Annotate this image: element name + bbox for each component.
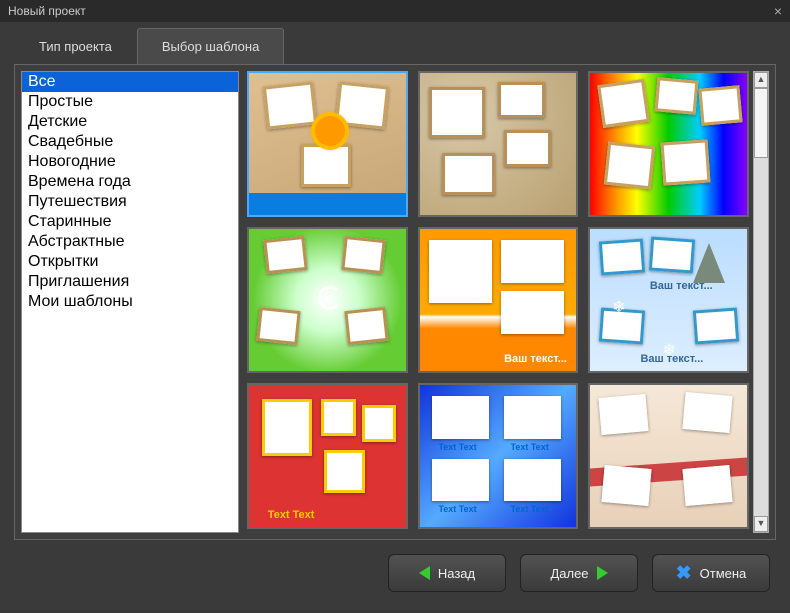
photo-frame: [301, 144, 351, 187]
photo-frame: [432, 459, 488, 502]
template-text: Text Text: [268, 509, 315, 521]
template-thumb[interactable]: Text Text: [247, 383, 408, 529]
template-text: Text Text: [511, 442, 549, 452]
next-button-label: Далее: [550, 566, 588, 581]
photo-frame: [504, 130, 551, 167]
template-text: Text Text: [511, 504, 549, 514]
category-item[interactable]: Путешествия: [22, 192, 238, 212]
category-item[interactable]: Старинные: [22, 212, 238, 232]
template-thumb[interactable]: [247, 227, 408, 373]
photo-frame: [262, 399, 312, 456]
photo-frame: [344, 306, 388, 344]
scroll-up-icon[interactable]: ▲: [754, 72, 768, 88]
photo-frame: [501, 240, 564, 283]
category-item[interactable]: Детские: [22, 112, 238, 132]
template-text: Ваш текст...: [640, 353, 703, 365]
tab-bar: Тип проекта Выбор шаблона: [0, 22, 790, 64]
cancel-button-label: Отмена: [700, 566, 747, 581]
close-icon[interactable]: ×: [774, 3, 782, 19]
category-item[interactable]: Свадебные: [22, 132, 238, 152]
photo-frame: [604, 142, 655, 189]
tab-project-type[interactable]: Тип проекта: [14, 28, 137, 64]
photo-frame: [257, 306, 301, 344]
cancel-button[interactable]: ✖ Отмена: [652, 554, 770, 592]
photo-frame: [432, 396, 488, 439]
photo-frame: [362, 405, 396, 442]
template-text: Text Text: [438, 504, 476, 514]
photo-frame: [693, 307, 739, 344]
scroll-down-icon[interactable]: ▼: [754, 516, 768, 532]
photo-frame: [341, 235, 385, 273]
photo-frame: [601, 465, 651, 506]
template-gallery: Ваш текст...❄❄Ваш текст...Ваш текст...Te…: [247, 71, 749, 533]
window-title: Новый проект: [8, 4, 86, 18]
photo-frame: [597, 78, 649, 127]
category-item[interactable]: Простые: [22, 92, 238, 112]
photo-frame: [324, 450, 365, 493]
template-thumb[interactable]: ❄❄Ваш текст...Ваш текст...: [588, 227, 749, 373]
template-thumb[interactable]: [588, 383, 749, 529]
photo-frame: [598, 394, 648, 435]
photo-frame: [504, 396, 560, 439]
template-thumb[interactable]: Ваш текст...: [418, 227, 579, 373]
photo-frame: [655, 77, 699, 114]
category-list[interactable]: ВсеПростыеДетскиеСвадебныеНовогодниеВрем…: [21, 71, 239, 533]
category-item[interactable]: Мои шаблоны: [22, 292, 238, 312]
photo-frame: [683, 392, 733, 433]
photo-frame: [649, 236, 695, 273]
photo-frame: [498, 82, 545, 119]
tab-template-select[interactable]: Выбор шаблона: [137, 28, 284, 64]
photo-frame: [263, 82, 317, 130]
back-button[interactable]: Назад: [388, 554, 506, 592]
photo-frame: [429, 240, 492, 302]
photo-frame: [683, 465, 733, 506]
close-x-icon: ✖: [676, 562, 692, 585]
next-button[interactable]: Далее: [520, 554, 638, 592]
content-area: ВсеПростыеДетскиеСвадебныеНовогодниеВрем…: [14, 64, 776, 540]
photo-frame: [501, 291, 564, 334]
back-button-label: Назад: [438, 566, 475, 581]
category-item[interactable]: Приглашения: [22, 272, 238, 292]
template-text: Ваш текст...: [504, 353, 567, 365]
photo-frame: [442, 153, 495, 196]
template-thumb[interactable]: [418, 71, 579, 217]
category-item[interactable]: Новогодние: [22, 152, 238, 172]
category-item[interactable]: Абстрактные: [22, 232, 238, 252]
arrow-right-icon: [597, 566, 608, 580]
photo-frame: [599, 239, 645, 276]
category-item[interactable]: Открытки: [22, 252, 238, 272]
category-item[interactable]: Времена года: [22, 172, 238, 192]
photo-frame: [698, 85, 742, 125]
template-thumb[interactable]: [247, 71, 408, 217]
footer: Назад Далее ✖ Отмена: [0, 540, 790, 606]
photo-frame: [661, 140, 711, 186]
scroll-thumb[interactable]: [754, 88, 768, 158]
gallery-scrollbar[interactable]: ▲ ▼: [753, 71, 769, 533]
template-text: Text Text: [438, 442, 476, 452]
photo-frame: [504, 459, 560, 502]
category-item[interactable]: Все: [22, 72, 238, 92]
template-text: Ваш текст...: [650, 280, 713, 292]
photo-frame: [321, 399, 355, 436]
photo-frame: [429, 87, 485, 138]
template-thumb[interactable]: Text Text Text Text Text Text Text Text: [418, 383, 579, 529]
titlebar: Новый проект ×: [0, 0, 790, 22]
arrow-left-icon: [419, 566, 430, 580]
template-thumb[interactable]: [588, 71, 749, 217]
gallery-wrap: Ваш текст...❄❄Ваш текст...Ваш текст...Te…: [247, 71, 769, 533]
photo-frame: [263, 235, 307, 273]
